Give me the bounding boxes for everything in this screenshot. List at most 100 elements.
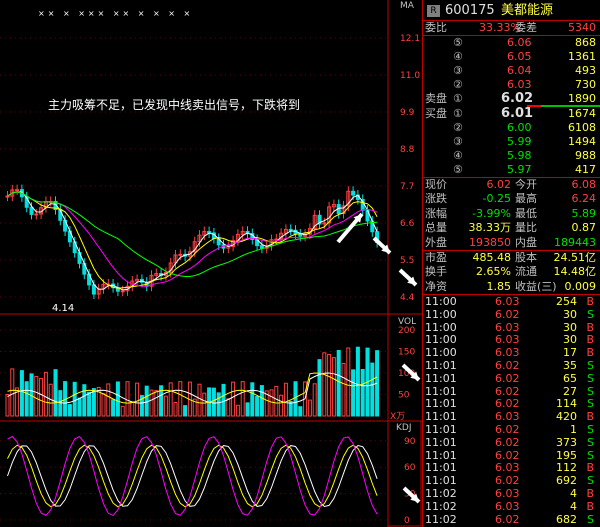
candle-body — [351, 190, 356, 196]
sell-volume: 1361 — [568, 50, 596, 63]
sell-level-index: ⑤ — [453, 36, 463, 49]
fund-label: 市盈 — [425, 251, 447, 264]
volume-bar — [5, 394, 10, 417]
stock-badge: R — [427, 5, 440, 17]
moving-average-line — [7, 191, 378, 277]
candle-body — [178, 253, 183, 256]
buy-price: 5.97 — [507, 163, 532, 176]
volume-bar — [120, 405, 125, 417]
fund-value: 24.51亿 — [553, 251, 597, 264]
weibi-label: 委比 — [425, 21, 447, 34]
volume-bar — [327, 353, 332, 417]
price-axis-label: 8.8 — [400, 145, 415, 155]
stock-code: 600175 — [445, 3, 495, 18]
volume-bar — [178, 381, 183, 417]
chart-annotation: 主力吸筹不足，已发现中线卖出信号，下跌将到 — [48, 98, 301, 112]
volume-bar — [226, 398, 231, 417]
volume-bar — [19, 370, 24, 417]
top-marks: ×× × ××× ×× × × × × — [38, 9, 194, 18]
volume-bar — [82, 384, 87, 417]
volume-bar — [346, 347, 351, 417]
buy-level-row: ⑤ 5.97 417 — [423, 163, 600, 177]
volume-bar — [322, 352, 327, 417]
buy-volume: 417 — [575, 163, 596, 176]
volume-bar — [77, 397, 82, 417]
buy-price: 6.01 — [501, 106, 534, 121]
quote-value: 189443 — [554, 235, 596, 249]
weibi-row: 委比 33.33% 委差 5340 — [423, 21, 600, 35]
candle-body — [29, 206, 34, 215]
quote-value: 6.24 — [571, 192, 597, 206]
fund-value: 14.48亿 — [553, 265, 597, 279]
volume-bar — [154, 390, 159, 417]
volume-bar — [168, 382, 173, 417]
quote-label: 量比 — [515, 221, 537, 235]
volume-bar — [183, 405, 188, 417]
vol-unit-label: X万 — [390, 412, 406, 422]
volume-bar — [130, 401, 135, 417]
vol-axis-label: 150 — [398, 348, 415, 358]
buy-price: 5.98 — [507, 149, 532, 162]
volume-bar — [235, 404, 240, 417]
fund-label: 流通 — [515, 265, 537, 279]
quote-label: 外盘 — [425, 235, 447, 249]
quote-value: 38.33万 — [468, 221, 512, 235]
buy-level-index: ① — [453, 107, 463, 120]
volume-bar — [307, 399, 312, 417]
buy-price: 6.00 — [507, 121, 532, 134]
sell-volume: 730 — [575, 78, 596, 91]
volume-bar — [216, 392, 221, 417]
buy-level-row: ② 6.00 6108 — [423, 121, 600, 135]
price-axis-label: 4.4 — [400, 293, 415, 303]
quote-value: 0.87 — [571, 221, 597, 235]
ma-label: MA — [400, 1, 414, 11]
weicha-label: 委差 — [515, 21, 537, 34]
volume-bar — [245, 402, 250, 417]
buy-volume: 988 — [575, 149, 596, 162]
volume-bar — [135, 382, 140, 417]
quote-label: 涨幅 — [425, 206, 447, 220]
candle-body — [120, 290, 125, 293]
buy-volume: 6108 — [568, 121, 596, 134]
sell-label: 卖盘 — [425, 92, 447, 105]
fund-value: 485.48 — [472, 251, 512, 264]
chart-canvas[interactable]: 12.111.09.98.87.76.65.54.420015010050906… — [0, 0, 422, 527]
vol-axis-label: 50 — [398, 391, 410, 401]
fund-label: 换手 — [425, 265, 447, 279]
volume-bar — [115, 381, 120, 417]
volume-bar — [53, 369, 58, 417]
quote-row: 涨跌 -0.25 最高 6.24 — [423, 192, 600, 206]
volume-bar — [24, 381, 29, 417]
sell-price: 6.06 — [507, 36, 532, 49]
volume-bar — [106, 383, 111, 417]
sell-volume: 1890 — [568, 92, 596, 105]
low-price-label: 4.14 — [52, 303, 75, 314]
fund-value: 2.65% — [476, 265, 511, 279]
volume-bar — [351, 369, 356, 417]
quote-value: -3.99% — [472, 206, 511, 220]
candle-body — [15, 189, 20, 192]
sell-level-row: ④ 6.05 1361 — [423, 50, 600, 64]
kline-chart[interactable]: 12.1 11.0 9.9 8.8 7.7 6.6 5.5 4.4 200 150 100 50 90 6… — [0, 0, 422, 527]
candle-body — [288, 228, 293, 231]
sell-price: 6.02 — [501, 91, 534, 106]
quote-row: 现价 6.02 今开 6.08 — [423, 178, 600, 192]
volume-bar — [288, 400, 293, 417]
fund-row: 市盈 485.48 股本 24.51亿 — [423, 251, 600, 265]
sell-volume: 868 — [575, 36, 596, 49]
stock-header: R 600175 美都能源 — [423, 3, 600, 19]
quote-label: 现价 — [425, 178, 447, 191]
volume-bar — [87, 391, 92, 417]
fund-row: 净资 1.85 收益(三) 0.009 — [423, 280, 600, 294]
volume-bar — [39, 378, 44, 417]
volume-bar — [283, 382, 288, 417]
stock-name: 美都能源 — [501, 3, 554, 18]
volume-bar — [231, 381, 236, 417]
volume-bar — [274, 385, 279, 417]
fund-label: 收益(三) — [515, 279, 557, 293]
price-axis-label: 7.7 — [400, 182, 414, 192]
vol-label: VOL — [398, 317, 417, 327]
kdj-line — [7, 444, 378, 508]
quote-value: 193850 — [469, 235, 511, 249]
buy-level-row: 买盘 ① 6.01 1674 — [423, 107, 600, 121]
